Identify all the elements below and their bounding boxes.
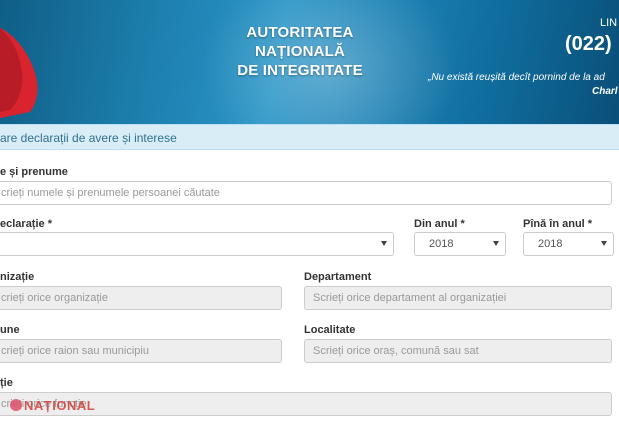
section-title: are declarații de avere și interese xyxy=(0,131,177,145)
chevron-down-icon xyxy=(601,241,607,246)
flag-icon xyxy=(0,28,38,118)
organization-input[interactable]: crieți orice organizație xyxy=(0,286,282,310)
district-label: une xyxy=(0,324,20,336)
declaration-select[interactable] xyxy=(0,232,394,256)
quote-author: Charl xyxy=(592,86,618,97)
locality-input[interactable]: Scrieți orice oraș, comună sau sat xyxy=(304,339,612,363)
chevron-down-icon xyxy=(381,241,387,246)
news-watermark: NAȚIONAL xyxy=(10,398,95,413)
to-year-label: Pînă în anul * xyxy=(523,218,593,230)
header-banner: AUTORITATEA NAȚIONALĂ DE INTEGRITATE LIN… xyxy=(0,0,619,124)
to-year-select[interactable]: 2018 xyxy=(523,232,614,256)
name-input[interactable]: crieți numele și prenumele persoanei cău… xyxy=(0,181,612,205)
section-header: are declarații de avere și interese xyxy=(0,124,619,150)
hotline-number[interactable]: (022) xyxy=(565,33,612,56)
district-input[interactable]: crieți orice raion sau municipiu xyxy=(0,339,282,363)
function-label: ție xyxy=(0,377,13,389)
hotline-label: LIN xyxy=(600,17,618,29)
name-label: e și prenume xyxy=(0,166,68,178)
organization-label: nizație xyxy=(0,271,35,283)
chevron-down-icon xyxy=(493,241,499,246)
authority-title: AUTORITATEA NAȚIONALĂ DE INTEGRITATE xyxy=(237,24,363,79)
department-label: Departament xyxy=(304,271,372,283)
banner-quote: „Nu există reușită decît pornind de la a… xyxy=(428,72,605,83)
locality-label: Localitate xyxy=(304,324,356,336)
declaration-label: eclarație * xyxy=(0,218,52,230)
from-year-label: Din anul * xyxy=(414,218,465,230)
department-input[interactable]: Scrieți orice departament al organizație… xyxy=(304,286,612,310)
from-year-select[interactable]: 2018 xyxy=(414,232,506,256)
watermark-logo-icon xyxy=(10,399,22,411)
